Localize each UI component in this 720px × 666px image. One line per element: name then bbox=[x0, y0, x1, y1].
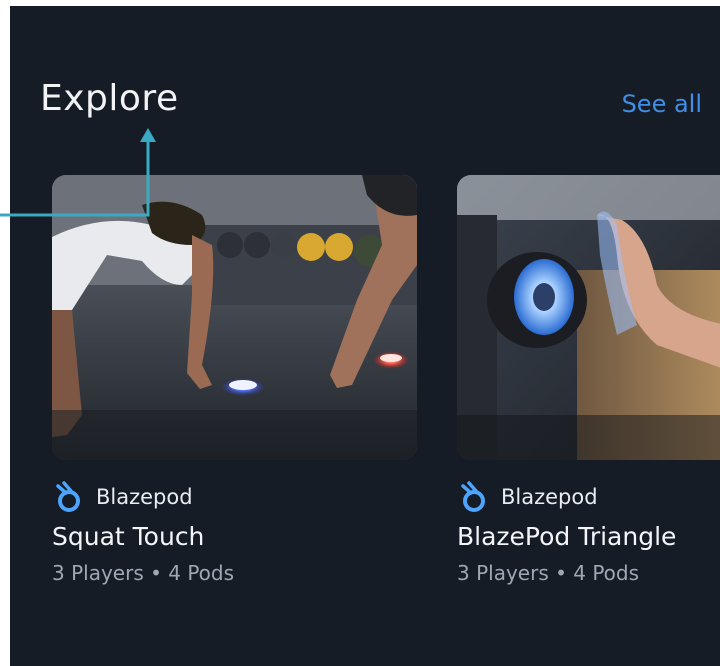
card-title[interactable]: Squat Touch bbox=[52, 522, 417, 551]
card-meta: 3 Players • 4 Pods bbox=[52, 561, 235, 585]
workout-card-blazepod-triangle[interactable]: Blazepod BlazePod Triangle 3 Players • 4… bbox=[457, 175, 720, 585]
card-image[interactable] bbox=[457, 175, 720, 460]
explore-screen: Explore See all Blazepod Squat Touch 3 P… bbox=[0, 0, 720, 666]
brand-name: Blazepod bbox=[501, 485, 598, 509]
section-title: Explore bbox=[40, 78, 179, 119]
light-pod-image bbox=[457, 175, 720, 460]
brand-row: Blazepod bbox=[457, 481, 720, 512]
see-all-link[interactable]: See all bbox=[622, 90, 702, 118]
card-meta: 3 Players • 4 Pods bbox=[457, 561, 640, 585]
push-up-training-image bbox=[52, 175, 417, 460]
card-image[interactable] bbox=[52, 175, 417, 460]
brand-row: Blazepod bbox=[52, 481, 417, 512]
blazepod-logo-icon bbox=[56, 481, 80, 512]
blazepod-logo-icon bbox=[461, 481, 485, 512]
card-title[interactable]: BlazePod Triangle bbox=[457, 522, 720, 551]
workout-card-squat-touch[interactable]: Blazepod Squat Touch 3 Players • 4 Pods bbox=[52, 175, 417, 585]
brand-name: Blazepod bbox=[96, 485, 193, 509]
